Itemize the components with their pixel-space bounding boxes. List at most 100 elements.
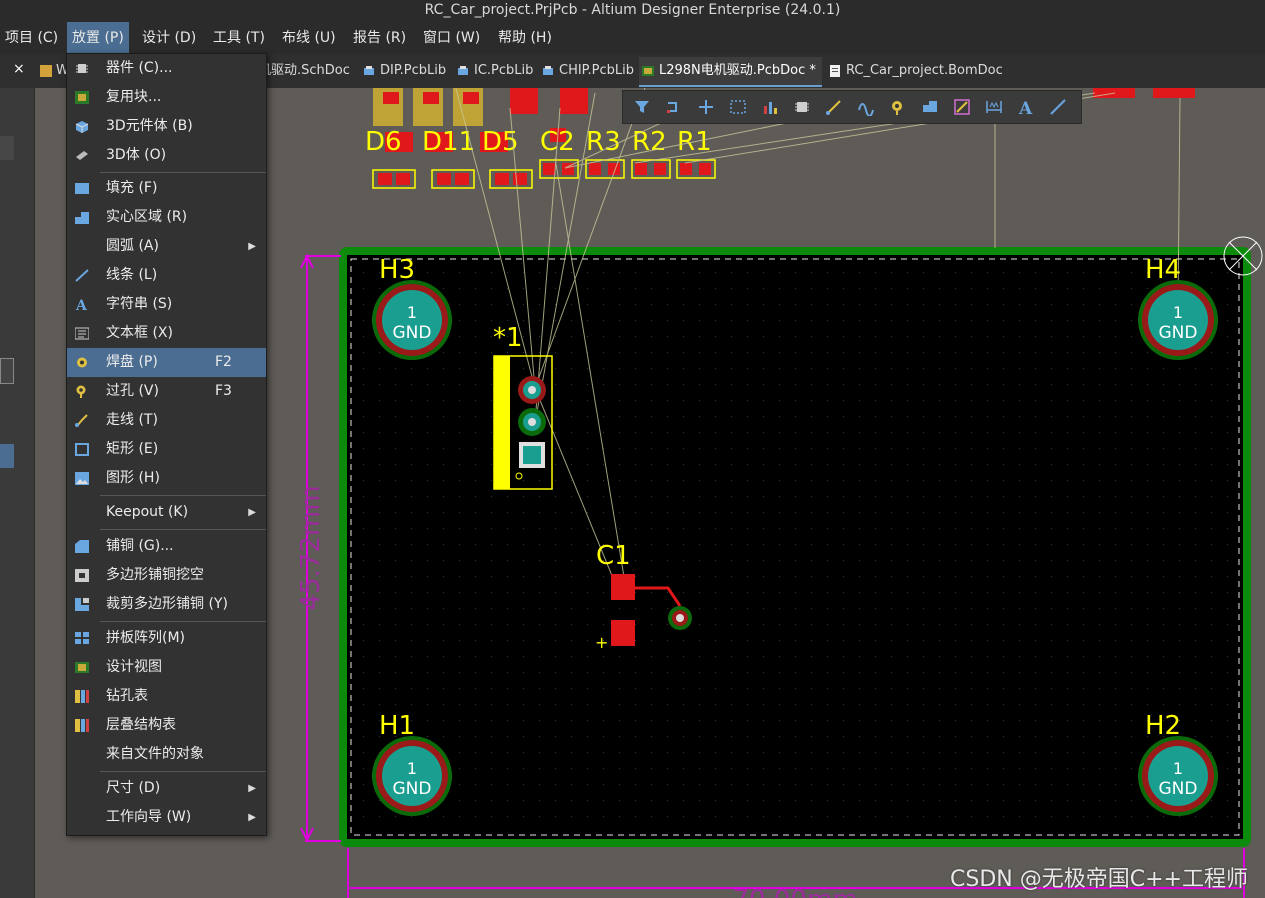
text-icon[interactable]: A bbox=[1017, 98, 1035, 116]
menu-item-3d-solid[interactable]: 3D体 (O) bbox=[67, 141, 266, 170]
menu-item-pad[interactable]: 焊盘 (P) F2 bbox=[67, 348, 266, 377]
fill-icon bbox=[75, 183, 89, 194]
menu-item-polygon-cutout[interactable]: 多边形铺铜挖空 bbox=[67, 561, 266, 590]
menu-item-label: 拼板阵列(M) bbox=[106, 630, 186, 646]
menu-item-rectangle[interactable]: 矩形 (E) bbox=[67, 435, 266, 464]
menu-item-polygon-pour[interactable]: 铺铜 (G)... bbox=[67, 532, 266, 561]
via-icon bbox=[76, 385, 86, 398]
menu-item-object-from-file[interactable]: 来自文件的对象 bbox=[67, 740, 266, 769]
menu-item-label: 填充 (F) bbox=[106, 180, 158, 196]
label-h2: H2 bbox=[1145, 711, 1181, 741]
tab-ic-pcblib[interactable]: IC.PcbLib bbox=[454, 57, 533, 85]
mounting-hole-h3[interactable]: 1 GND bbox=[372, 280, 452, 360]
filter-icon[interactable] bbox=[633, 98, 651, 116]
menu-item-label: 铺铜 (G)... bbox=[106, 538, 174, 554]
window-title: RC_Car_project.PrjPcb - Altium Designer … bbox=[0, 0, 1265, 22]
menu-item-reuse-block[interactable]: 复用块... bbox=[67, 83, 266, 112]
polygon-icon[interactable] bbox=[953, 98, 971, 116]
panel-input[interactable] bbox=[0, 358, 14, 384]
select-rect-icon[interactable] bbox=[729, 98, 747, 116]
menu-item-solid-region[interactable]: 实心区域 (R) bbox=[67, 203, 266, 232]
close-panel-icon[interactable]: × bbox=[13, 61, 25, 77]
mounting-hole-h4[interactable]: 1 GND bbox=[1138, 280, 1218, 360]
3d-body-icon bbox=[75, 121, 89, 133]
menu-item-3d-body[interactable]: 3D元件体 (B) bbox=[67, 112, 266, 141]
via-icon[interactable] bbox=[889, 98, 907, 116]
tab-pcbdoc[interactable]: L298N电机驱动.PcbDoc * bbox=[639, 57, 822, 87]
line-icon[interactable] bbox=[1049, 98, 1067, 116]
menu-item-fill[interactable]: 填充 (F) bbox=[67, 174, 266, 203]
tab-ic-label: IC.PcbLib bbox=[474, 63, 534, 78]
menu-item-layer-stack-table[interactable]: 层叠结构表 bbox=[67, 711, 266, 740]
grid bbox=[355, 263, 1235, 831]
net-label: GND bbox=[1159, 323, 1198, 343]
menu-item-textframe[interactable]: 文本框 (X) bbox=[67, 319, 266, 348]
track-icon[interactable] bbox=[825, 98, 843, 116]
dimension-v-label: 45.72mm bbox=[296, 485, 326, 610]
menu-item-label: 裁剪多边形铺铜 (Y) bbox=[106, 596, 228, 612]
mounting-hole-h2[interactable]: 1 GND bbox=[1138, 736, 1218, 816]
label-r2: R2 bbox=[632, 127, 667, 157]
menu-item-line[interactable]: 线条 (L) bbox=[67, 261, 266, 290]
menu-item-keepout[interactable]: Keepout (K) ▶ bbox=[67, 498, 266, 527]
net-label: GND bbox=[1159, 779, 1198, 799]
component-icon[interactable] bbox=[793, 98, 811, 116]
tab-chip-pcblib[interactable]: CHIP.PcbLib bbox=[539, 57, 634, 85]
tab-dip-pcblib[interactable]: DIP.PcbLib bbox=[360, 57, 446, 85]
menu-item-label: 钻孔表 bbox=[106, 688, 148, 704]
menu-help[interactable]: 帮助 (H) bbox=[493, 22, 557, 54]
menu-item-via[interactable]: 过孔 (V) F3 bbox=[67, 377, 266, 406]
menu-reports[interactable]: 报告 (R) bbox=[348, 22, 411, 54]
menu-project[interactable]: 项目 (C) bbox=[0, 22, 63, 54]
menu-window[interactable]: 窗口 (W) bbox=[418, 22, 485, 54]
panel-selected-row[interactable] bbox=[0, 444, 14, 468]
menu-item-label: 工作向导 (W) bbox=[106, 809, 192, 825]
submenu-arrow-icon: ▶ bbox=[248, 507, 256, 518]
layer-stack-table-icon bbox=[75, 719, 89, 732]
menu-item-work-guide[interactable]: 工作向导 (W) ▶ bbox=[67, 803, 266, 832]
menu-item-label: 图形 (H) bbox=[106, 470, 160, 486]
menu-place[interactable]: 放置 (P) bbox=[67, 22, 129, 54]
menu-item-dimension[interactable]: 尺寸 (D) ▶ bbox=[67, 774, 266, 803]
fill-icon[interactable] bbox=[921, 98, 939, 116]
chart-icon[interactable] bbox=[761, 98, 779, 116]
menu-item-label: 过孔 (V) bbox=[106, 383, 159, 399]
route-icon[interactable] bbox=[665, 98, 683, 116]
menu-item-track[interactable]: 走线 (T) bbox=[67, 406, 266, 435]
label-h1: H1 bbox=[379, 711, 415, 741]
mounting-hole-h1[interactable]: 1 GND bbox=[372, 736, 452, 816]
menu-item-component[interactable]: 器件 (C)... bbox=[67, 54, 266, 83]
polygon-cutout-icon bbox=[75, 569, 89, 582]
menu-item-embedded-array[interactable]: 拼板阵列(M) bbox=[67, 624, 266, 653]
menu-item-label: Keepout (K) bbox=[106, 504, 189, 520]
menu-tools[interactable]: 工具 (T) bbox=[208, 22, 270, 54]
pcblib-icon bbox=[458, 66, 468, 75]
menu-item-graphic[interactable]: 图形 (H) bbox=[67, 464, 266, 493]
plus-icon[interactable] bbox=[697, 98, 715, 116]
menu-item-label: 设计视图 bbox=[106, 659, 162, 675]
graphic-icon bbox=[75, 472, 89, 485]
reuse-block-icon bbox=[75, 91, 89, 104]
track-icon bbox=[75, 414, 88, 427]
net-label: GND bbox=[393, 779, 432, 799]
bomdoc-icon bbox=[830, 65, 840, 77]
menu-item-drill-table[interactable]: 钻孔表 bbox=[67, 682, 266, 711]
tab-pcbdoc-label: L298N电机驱动.PcbDoc * bbox=[659, 63, 816, 78]
arc-route-icon[interactable] bbox=[857, 98, 875, 116]
menu-separator bbox=[100, 495, 266, 496]
dimension-icon[interactable] bbox=[985, 98, 1003, 116]
menu-design[interactable]: 设计 (D) bbox=[137, 22, 201, 54]
pad-icon bbox=[77, 357, 87, 368]
submenu-arrow-icon: ▶ bbox=[248, 812, 256, 823]
menu-item-arc[interactable]: 圆弧 (A) ▶ bbox=[67, 232, 266, 261]
dimension-h-label: 70.00mm bbox=[732, 885, 857, 898]
menu-item-string[interactable]: A 字符串 (S) bbox=[67, 290, 266, 319]
submenu-arrow-icon: ▶ bbox=[248, 241, 256, 252]
tab-bomdoc[interactable]: RC_Car_project.BomDoc bbox=[826, 57, 1003, 85]
tab-bomdoc-label: RC_Car_project.BomDoc bbox=[846, 63, 1003, 78]
menu-route[interactable]: 布线 (U) bbox=[277, 22, 341, 54]
menu-item-slice-polygon[interactable]: 裁剪多边形铺铜 (Y) bbox=[67, 590, 266, 619]
menu-item-shortcut: F3 bbox=[215, 383, 232, 399]
pad-number: 1 bbox=[1173, 759, 1183, 778]
menu-item-design-view[interactable]: 设计视图 bbox=[67, 653, 266, 682]
